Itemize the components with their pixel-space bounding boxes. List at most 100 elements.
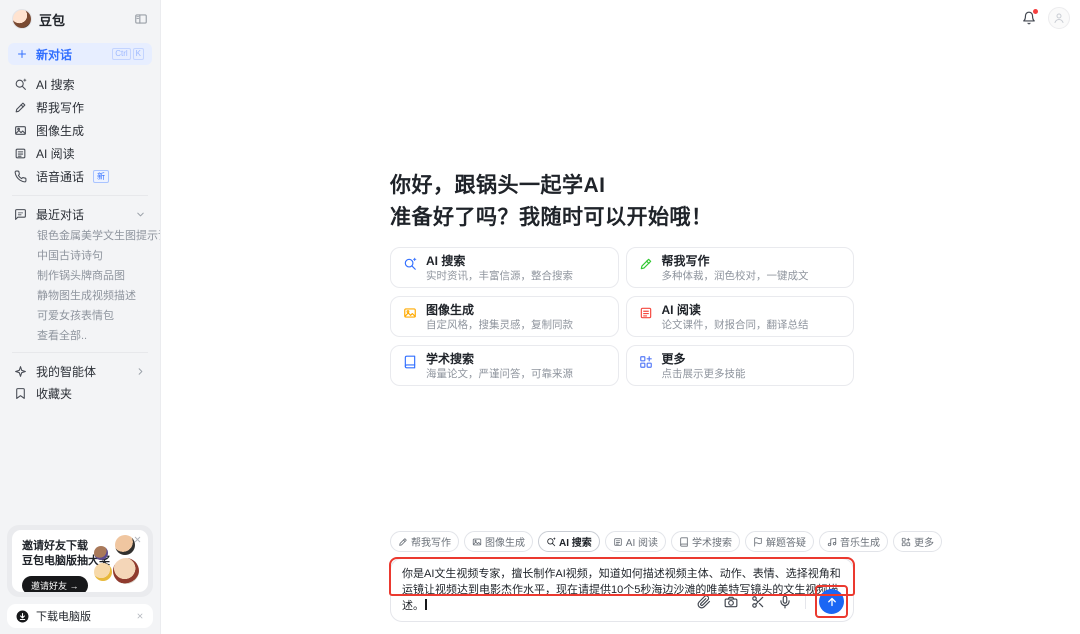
- chip-label: 更多: [914, 534, 934, 549]
- menu-label: 帮我写作: [36, 99, 84, 116]
- grid-plus-icon: [639, 355, 653, 369]
- image-icon: [472, 537, 482, 547]
- search-icon: [546, 537, 556, 547]
- menu-label: 语音通话: [36, 168, 84, 185]
- pen-icon: [14, 101, 27, 114]
- card-desc: 海量论文，严谨问答，可靠来源: [426, 368, 573, 381]
- card-academic-search[interactable]: 学术搜索 海量论文，严谨问答，可靠来源: [390, 345, 619, 386]
- recent-chat-item[interactable]: 银色金属美学文生图提示词: [0, 225, 160, 245]
- sidebar-item-my-agents[interactable]: 我的智能体: [0, 360, 160, 382]
- close-icon[interactable]: [136, 612, 144, 620]
- send-button[interactable]: [819, 589, 844, 614]
- memoji-avatar: [94, 546, 108, 560]
- sidebar-item-help-write[interactable]: 帮我写作: [0, 96, 160, 119]
- invite-card[interactable]: 邀请好友下载 豆包电脑版抽大奖 邀请好友 →: [12, 530, 148, 592]
- new-chat-button[interactable]: 新对话 Ctrl K: [8, 43, 152, 65]
- new-chat-label: 新对话: [36, 46, 72, 63]
- chip-music-gen[interactable]: 音乐生成: [819, 531, 888, 552]
- sidebar-item-voice-call[interactable]: 语音通话 新: [0, 165, 160, 188]
- card-help-write[interactable]: 帮我写作 多种体裁，润色校对，一键成文: [626, 247, 855, 288]
- chip-label: 音乐生成: [840, 534, 880, 549]
- chip-label: 帮我写作: [411, 534, 451, 549]
- card-desc: 论文课件，财报合同，翻译总结: [662, 319, 809, 332]
- sidebar-menu: AI 搜索 帮我写作 图像生成 AI 阅读 语音通话 新: [0, 69, 160, 188]
- chip-ai-read[interactable]: AI 阅读: [605, 531, 666, 552]
- invite-friends-button[interactable]: 邀请好友 →: [22, 576, 88, 592]
- greeting-line2: 准备好了吗？我随时可以开始哦！: [390, 202, 854, 234]
- user-avatar[interactable]: [1048, 7, 1070, 29]
- composer-toolbar: [697, 589, 844, 614]
- divider: [12, 352, 148, 353]
- chevron-down-icon[interactable]: [135, 209, 146, 220]
- card-desc: 自定风格，搜集灵感，复制同款: [426, 319, 573, 332]
- sidebar-item-favorites[interactable]: 收藏夹: [0, 382, 160, 404]
- favorites-label: 收藏夹: [36, 385, 72, 402]
- menu-label: 图像生成: [36, 122, 84, 139]
- download-desktop-bar[interactable]: 下载电脑版: [7, 604, 153, 628]
- pen-icon: [639, 257, 653, 271]
- chip-label: 解题答疑: [766, 534, 806, 549]
- sidebar-bottom: 邀请好友下载 豆包电脑版抽大奖 邀请好友 → 下载电脑版: [0, 519, 160, 634]
- flag-icon: [753, 537, 763, 547]
- phone-icon: [14, 170, 27, 183]
- greeting-line1: 你好，跟锅头一起学AI: [390, 170, 854, 202]
- chip-help-write[interactable]: 帮我写作: [390, 531, 459, 552]
- chip-label: AI 阅读: [626, 534, 658, 549]
- divider: [805, 595, 806, 609]
- sidebar-item-ai-read[interactable]: AI 阅读: [0, 142, 160, 165]
- arrow-up-icon: [826, 596, 838, 608]
- doubao-avatar: [12, 9, 32, 29]
- sidebar-header: 豆包: [0, 0, 160, 35]
- chip-academic-search[interactable]: 学术搜索: [671, 531, 740, 552]
- sidebar-item-image-gen[interactable]: 图像生成: [0, 119, 160, 142]
- sidebar-item-ai-search[interactable]: AI 搜索: [0, 73, 160, 96]
- topbar: [1022, 0, 1080, 36]
- chip-solve-questions[interactable]: 解题答疑: [745, 531, 814, 552]
- divider: [12, 195, 148, 196]
- text-cursor: [425, 599, 427, 610]
- recent-chat-item[interactable]: 制作锅头牌商品图: [0, 265, 160, 285]
- skill-chips: 帮我写作 图像生成 AI 搜索 AI 阅读 学术搜索 解题答疑 音乐生成: [390, 531, 854, 552]
- card-image-gen[interactable]: 图像生成 自定风格，搜集灵感，复制同款: [390, 296, 619, 337]
- chip-image-gen[interactable]: 图像生成: [464, 531, 533, 552]
- menu-label: AI 搜索: [36, 76, 75, 93]
- card-title: 图像生成: [426, 303, 573, 318]
- read-icon: [613, 537, 623, 547]
- message-input-box[interactable]: 你是AI文生视频专家，擅长制作AI视频，知道如何描述视频主体、动作、表情、选择视…: [390, 558, 854, 622]
- memoji-avatar: [94, 563, 112, 581]
- chip-ai-search[interactable]: AI 搜索: [538, 531, 600, 552]
- bookmark-icon: [14, 387, 27, 400]
- collapse-sidebar-icon[interactable]: [134, 12, 148, 26]
- view-all-chats[interactable]: 查看全部..: [0, 325, 160, 345]
- plus-icon: [16, 48, 28, 60]
- camera-icon[interactable]: [724, 595, 738, 609]
- card-more[interactable]: 更多 点击展示更多技能: [626, 345, 855, 386]
- close-icon[interactable]: [133, 535, 142, 544]
- menu-label: AI 阅读: [36, 145, 75, 162]
- recent-chat-item[interactable]: 中国古诗诗句: [0, 245, 160, 265]
- person-icon: [1053, 12, 1065, 24]
- notification-bell-icon[interactable]: [1022, 11, 1036, 25]
- card-ai-search[interactable]: AI 搜索 实时资讯，丰富信源，整合搜索: [390, 247, 619, 288]
- download-icon: [16, 610, 29, 623]
- card-desc: 多种体裁，润色校对，一键成文: [662, 270, 809, 283]
- read-icon: [14, 147, 27, 160]
- scissors-icon[interactable]: [751, 595, 765, 609]
- shortcut-badge: Ctrl K: [112, 48, 144, 60]
- card-ai-read[interactable]: AI 阅读 论文课件，财报合同，翻译总结: [626, 296, 855, 337]
- kbd-k: K: [133, 48, 144, 60]
- academic-icon: [679, 537, 689, 547]
- card-title: AI 阅读: [662, 303, 809, 318]
- chip-more[interactable]: 更多: [893, 531, 942, 552]
- recent-chats-header[interactable]: 最近对话: [0, 203, 160, 225]
- card-desc: 点击展示更多技能: [662, 368, 746, 381]
- composer-dock: 帮我写作 图像生成 AI 搜索 AI 阅读 学术搜索 解题答疑 音乐生成: [390, 531, 854, 622]
- recent-chat-item[interactable]: 静物图生成视频描述: [0, 285, 160, 305]
- chat-bubble-icon: [14, 208, 27, 221]
- memoji-avatar: [113, 558, 139, 584]
- microphone-icon[interactable]: [778, 595, 792, 609]
- recent-chat-item[interactable]: 可爱女孩表情包: [0, 305, 160, 325]
- academic-icon: [403, 355, 417, 369]
- paperclip-icon[interactable]: [697, 595, 711, 609]
- card-title: 学术搜索: [426, 352, 573, 367]
